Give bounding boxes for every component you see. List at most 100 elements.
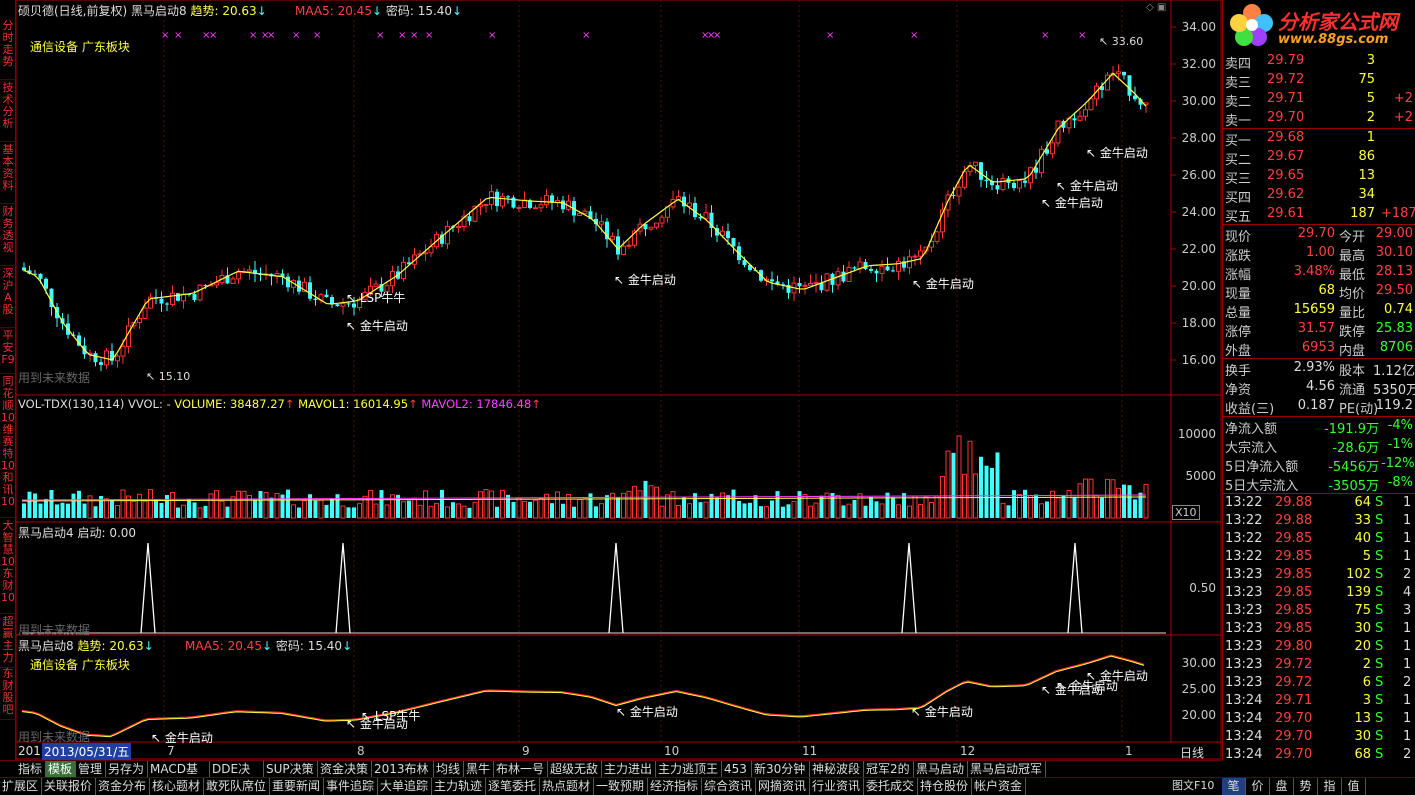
volume-bar — [483, 489, 489, 519]
side-tab[interactable]: 和讯10 — [0, 472, 16, 518]
period-label[interactable]: 日线 — [1180, 744, 1204, 761]
indicator-tab[interactable]: 主力进出 — [602, 761, 656, 778]
indicator-tab[interactable]: 模板 — [46, 761, 76, 778]
side-tab[interactable]: 维赛特10 — [0, 424, 16, 472]
info-tab[interactable]: 敢死队席位 — [204, 778, 270, 795]
side-tab[interactable]: 超赢主力 — [0, 616, 16, 668]
info-tab[interactable]: 主力轨迹 — [432, 778, 486, 795]
indicator-tab[interactable]: 神秘波段 — [810, 761, 864, 778]
info-tab[interactable]: 扩展区 — [0, 778, 42, 795]
info-tab[interactable]: 帐户资金 — [972, 778, 1026, 795]
indicator-tab[interactable]: 指标 — [16, 761, 46, 778]
tick-row: 13:24 29.70 13 S 1 — [1223, 710, 1415, 728]
info-tab[interactable]: 综合资讯 — [702, 778, 756, 795]
info-tab[interactable]: 资金分布 — [96, 778, 150, 795]
window-controls[interactable]: ◇ ▣ — [1146, 2, 1166, 13]
volume-bar — [907, 505, 912, 519]
side-tab[interactable]: 深沪A股 — [0, 268, 16, 328]
side-tab[interactable]: 大智慧10 — [0, 520, 16, 568]
info-tab[interactable]: 经济指标 — [648, 778, 702, 795]
info-tab[interactable]: 事件追踪 — [324, 778, 378, 795]
side-tab[interactable]: 东财股吧 — [0, 668, 16, 720]
info-tab[interactable]: 重要新闻 — [270, 778, 324, 795]
info-tab[interactable]: 一致预期 — [594, 778, 648, 795]
candle-body — [1122, 71, 1126, 76]
candle-body — [885, 266, 890, 271]
right-tab[interactable]: 值 — [1342, 778, 1366, 795]
info-tab[interactable]: 行业资讯 — [810, 778, 864, 795]
indicator-tab[interactable]: 黑牛 — [464, 761, 494, 778]
month-label: 8 — [357, 744, 365, 758]
tick-count: 1 — [1403, 639, 1412, 654]
bid-price: 29.65 — [1267, 168, 1305, 183]
candle-body — [616, 236, 620, 255]
volume-bar — [120, 489, 126, 519]
bid-label: 买二 — [1225, 153, 1252, 168]
indicator-tab[interactable]: 新30分钟 — [752, 761, 810, 778]
side-tab[interactable]: 技术分析 — [0, 82, 16, 142]
right-tab[interactable]: 势 — [1294, 778, 1318, 795]
indicator-tab[interactable]: SUP决策 — [264, 761, 318, 778]
indicator-tab[interactable]: 453 — [722, 761, 752, 778]
indicator-tab[interactable]: 另存为 — [106, 761, 148, 778]
candle-body — [973, 161, 978, 167]
volume-bar — [291, 504, 296, 519]
indicator-tab[interactable]: 冠军2的 — [864, 761, 914, 778]
volume-bar — [44, 498, 48, 518]
side-tab[interactable]: 基本资料 — [0, 144, 16, 204]
right-tab[interactable]: 指 — [1318, 778, 1342, 795]
volume-bar — [902, 493, 906, 518]
f10-tab[interactable]: 图文F10 — [1172, 777, 1214, 794]
indicator-tab[interactable]: MACD基本 — [148, 761, 210, 792]
volume-bar — [550, 503, 554, 518]
indicator-tab[interactable]: 布林一号 — [494, 761, 548, 778]
right-tab[interactable]: 笔 — [1222, 778, 1246, 795]
ask-row: 卖三 29.72 75 — [1223, 71, 1415, 91]
info-tab[interactable]: 委托成交 — [864, 778, 918, 795]
signal-x-marker: × — [410, 30, 418, 41]
bid-label: 买三 — [1225, 172, 1252, 187]
right-tab-bar: 笔价盘势指值 — [1222, 777, 1415, 795]
info-tab[interactable]: 关联报价 — [42, 778, 96, 795]
side-tab[interactable]: 东财10 — [0, 568, 16, 614]
indicator-tab[interactable]: 黑马启动 — [914, 761, 968, 778]
month-label: 7 — [167, 744, 175, 758]
indicator-tab[interactable]: 主力逃顶王 — [656, 761, 722, 778]
info-tab[interactable]: 热点题材 — [540, 778, 594, 795]
candle-body — [879, 265, 885, 274]
info-tab[interactable]: 大单追踪 — [378, 778, 432, 795]
info-tab[interactable]: 逐笔委托 — [486, 778, 540, 795]
volume-bar — [324, 504, 329, 518]
volume-bar — [654, 486, 659, 519]
info-tab[interactable]: 网摘资讯 — [756, 778, 810, 795]
indicator-tab[interactable]: 黑马启动冠军 — [968, 761, 1046, 778]
side-tab[interactable]: 平安F9 — [0, 330, 16, 374]
indicator-tab[interactable]: 均线 — [434, 761, 464, 778]
candle-body — [170, 292, 175, 306]
tick-side: S — [1375, 585, 1384, 600]
indicator-tab[interactable]: 超级无敌 — [548, 761, 602, 778]
indicator-tab[interactable]: DDE决策 — [210, 761, 264, 792]
info-tab[interactable]: 持仓股份 — [918, 778, 972, 795]
indicator3-tick-label: 20.00 — [1182, 708, 1216, 722]
side-tab[interactable]: 分时走势 — [0, 20, 16, 80]
quote-label: 涨幅 — [1225, 268, 1252, 283]
right-tab[interactable]: 盘 — [1270, 778, 1294, 795]
volume-bar — [412, 497, 417, 519]
quote-row: 涨停 31.57 跌停 25.83 — [1223, 320, 1415, 340]
ask-volume: 5 — [1366, 91, 1375, 106]
indicator-tab[interactable]: 资金决策 — [318, 761, 372, 778]
indicator-tab[interactable]: 管理 — [76, 761, 106, 778]
indicator-tab[interactable]: 2013布林 — [372, 761, 434, 778]
volume-bar — [87, 495, 93, 519]
fund-value: 4.56 — [1306, 379, 1335, 394]
volume-bar — [154, 499, 158, 518]
tick-price: 29.70 — [1275, 711, 1313, 726]
candle-body — [538, 204, 544, 209]
side-tab[interactable]: 同花顺10 — [0, 376, 16, 424]
side-tab[interactable]: 财务透视 — [0, 206, 16, 266]
quote-value: 15659 — [1293, 302, 1335, 317]
info-tab[interactable]: 核心题材 — [150, 778, 204, 795]
right-tab[interactable]: 价 — [1246, 778, 1270, 795]
volume-bar — [918, 504, 923, 519]
